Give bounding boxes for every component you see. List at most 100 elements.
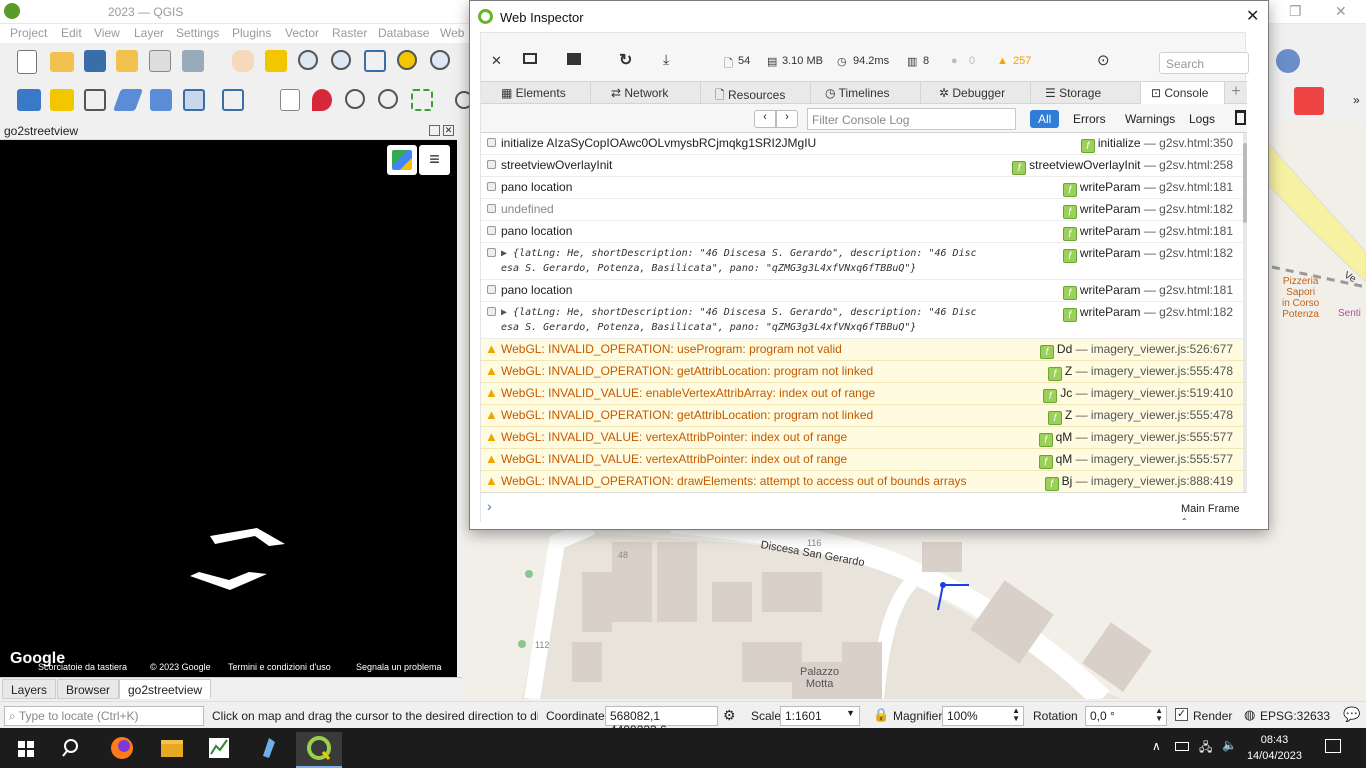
save-project-icon[interactable] [84,50,106,72]
copy-icon[interactable] [280,89,300,111]
add-tab-icon[interactable]: + [1225,82,1247,104]
tray-chevron-icon[interactable]: ∧ [1152,739,1161,753]
coordinate-toggle-icon[interactable]: ⚙ [723,707,736,724]
menu-layer[interactable]: Layer [134,26,164,40]
source-file[interactable]: g2sv.html:181 [1159,224,1233,238]
expand-icon[interactable]: ▶ [501,307,513,318]
console-log-row[interactable]: ▶ {latLng: He, shortDescription: "46 Dis… [481,243,1243,280]
menu-view[interactable]: View [94,26,120,40]
close-icon[interactable]: ✕ [1335,3,1347,20]
map-pin-icon[interactable] [312,89,332,111]
pencil-icon[interactable] [112,89,144,111]
console-log-row[interactable]: initialize AIzaSyCopIOAwc0OLvmysbRCjmqkg… [481,133,1243,155]
tab-layers[interactable]: Layers [2,679,57,699]
console-warning-row[interactable]: ▲ WebGL: INVALID_VALUE: vertexAttribPoint… [481,449,1243,471]
source-file[interactable]: imagery_viewer.js:555:577 [1091,452,1233,466]
source-file[interactable]: imagery_viewer.js:888:419 [1091,474,1233,488]
console-warning-row[interactable]: ▲ WebGL: INVALID_VALUE: enableVertexAttri… [481,383,1243,405]
volume-icon[interactable]: 🔈 [1222,738,1237,752]
lock-icon[interactable]: 🔒 [873,707,889,723]
filter-console-input[interactable]: Filter Console Log [807,108,1016,130]
filter-errors[interactable]: Errors [1065,110,1114,128]
console-log-row[interactable]: undefined f writeParam — g2sv.html:182 [481,199,1243,221]
source-file[interactable]: g2sv.html:182 [1159,202,1233,216]
layout-manager-icon[interactable] [182,50,204,72]
app-chart-icon[interactable] [199,732,239,764]
close-inspector-icon[interactable]: ✕ [491,53,502,69]
tab-storage[interactable]: ☰ Storage [1031,82,1141,104]
coordinate-field[interactable]: 568082,1 4499233,6 [605,706,718,737]
log-source[interactable]: f writeParam — g2sv.html:182 [1062,202,1233,219]
filter-all[interactable]: All [1030,110,1060,128]
tab-resources[interactable]: 🗋 Resources [701,82,811,104]
tab-go2streetview[interactable]: go2streetview [119,679,212,699]
maps-icon[interactable] [387,145,417,175]
log-source[interactable]: f qM — imagery_viewer.js:555:577 [1038,430,1233,447]
scroll-thumb[interactable] [1243,143,1247,223]
source-file[interactable]: g2sv.html:181 [1159,180,1233,194]
log-source[interactable]: f writeParam — g2sv.html:181 [1062,180,1233,197]
tab-browser[interactable]: Browser [57,679,120,699]
zoom-in-icon[interactable] [298,50,318,70]
vector-icon[interactable] [222,89,244,111]
console-warning-row[interactable]: ▲ WebGL: INVALID_OPERATION: drawElements:… [481,471,1243,492]
menu-edit[interactable]: Edit [61,26,82,40]
zoom-selection-icon[interactable] [397,50,417,70]
plugin-icon[interactable] [1276,49,1300,73]
file-explorer-icon[interactable] [152,732,192,764]
close-panel-icon[interactable]: ✕ [443,125,454,136]
console-log-row[interactable]: pano location f writeParam — g2sv.html:181 [481,280,1243,302]
menu-plugins[interactable]: Plugins [232,26,271,40]
app-git-icon[interactable] [249,732,289,764]
console-warning-row[interactable]: ▲ WebGL: INVALID_OPERATION: useProgram: p… [481,339,1243,361]
menu-vector[interactable]: Vector [285,26,319,40]
firefox-icon[interactable] [102,732,142,764]
rotation-field[interactable]: 0,0 ° ▲ ▼ [1085,706,1167,726]
clock[interactable]: 08:43 14/04/2023 [1247,732,1302,764]
source-file[interactable]: imagery_viewer.js:519:410 [1091,386,1233,400]
tab-network[interactable]: ⇄ Network [591,82,701,104]
console-log-row[interactable]: ▶ {latLng: He, shortDescription: "46 Dis… [481,302,1243,339]
detach-icon[interactable] [567,53,581,65]
tab-console[interactable]: ⊡ Console [1141,82,1225,104]
menu-settings[interactable]: Settings [176,26,219,40]
filter-warnings[interactable]: Warnings [1117,110,1183,128]
close-icon[interactable]: ✕ [1246,6,1259,26]
print-layout-icon[interactable] [149,50,171,72]
messages-icon[interactable]: 💬 [1343,706,1360,723]
log-source[interactable]: fZ — imagery_viewer.js:555:478 [1047,408,1233,425]
log-source[interactable]: f streetviewOverlayInit — g2sv.html:258 [1012,158,1233,175]
crs-label[interactable]: EPSG:32633 [1260,709,1330,723]
menu-project[interactable]: Project [10,26,47,40]
save-as-icon[interactable] [116,50,138,72]
measure-icon[interactable] [345,89,365,109]
menu-raster[interactable]: Raster [332,26,367,40]
zoom-full-icon[interactable] [364,50,386,72]
zoom-out-icon[interactable] [331,50,351,70]
identify-icon[interactable] [378,89,398,109]
tab-elements[interactable]: ▦ Elements [481,82,591,104]
render-checkbox[interactable]: ✓ [1175,708,1188,721]
source-file[interactable]: g2sv.html:182 [1159,305,1233,319]
crs-icon[interactable]: ◍ [1244,707,1255,723]
console-warning-row[interactable]: ▲ WebGL: INVALID_OPERATION: getAttribLoca… [481,361,1243,383]
object-preview[interactable]: ▶ {latLng: He, shortDescription: "46 Dis… [501,246,1056,276]
console-scrollbar[interactable] [1243,133,1247,492]
console-log-row[interactable]: pano location f writeParam — g2sv.html:181 [481,221,1243,243]
main-frame-select[interactable]: Main Frame ⌃ [1181,503,1247,527]
menu-icon[interactable]: ≡ [419,145,450,175]
menu-web[interactable]: Web [440,26,464,40]
search-icon[interactable] [52,732,92,764]
log-source[interactable]: f Jc — imagery_viewer.js:519:410 [1043,386,1233,403]
menu-database[interactable]: Database [378,26,429,40]
tab-timelines[interactable]: ◷ Timelines [811,82,921,104]
log-source[interactable]: f Dd — imagery_viewer.js:526:677 [1039,342,1233,359]
source-file[interactable]: g2sv.html:182 [1159,246,1233,260]
console-log-row[interactable]: pano location f writeParam — g2sv.html:181 [481,177,1243,199]
windows-start-icon[interactable] [6,732,46,764]
download-icon[interactable]: ⤓ [663,51,669,68]
qgis-taskbar-icon[interactable] [296,732,342,768]
open-project-icon[interactable] [50,52,74,72]
feature-table-icon[interactable] [150,89,172,111]
zoom-layer-icon[interactable] [430,50,450,70]
